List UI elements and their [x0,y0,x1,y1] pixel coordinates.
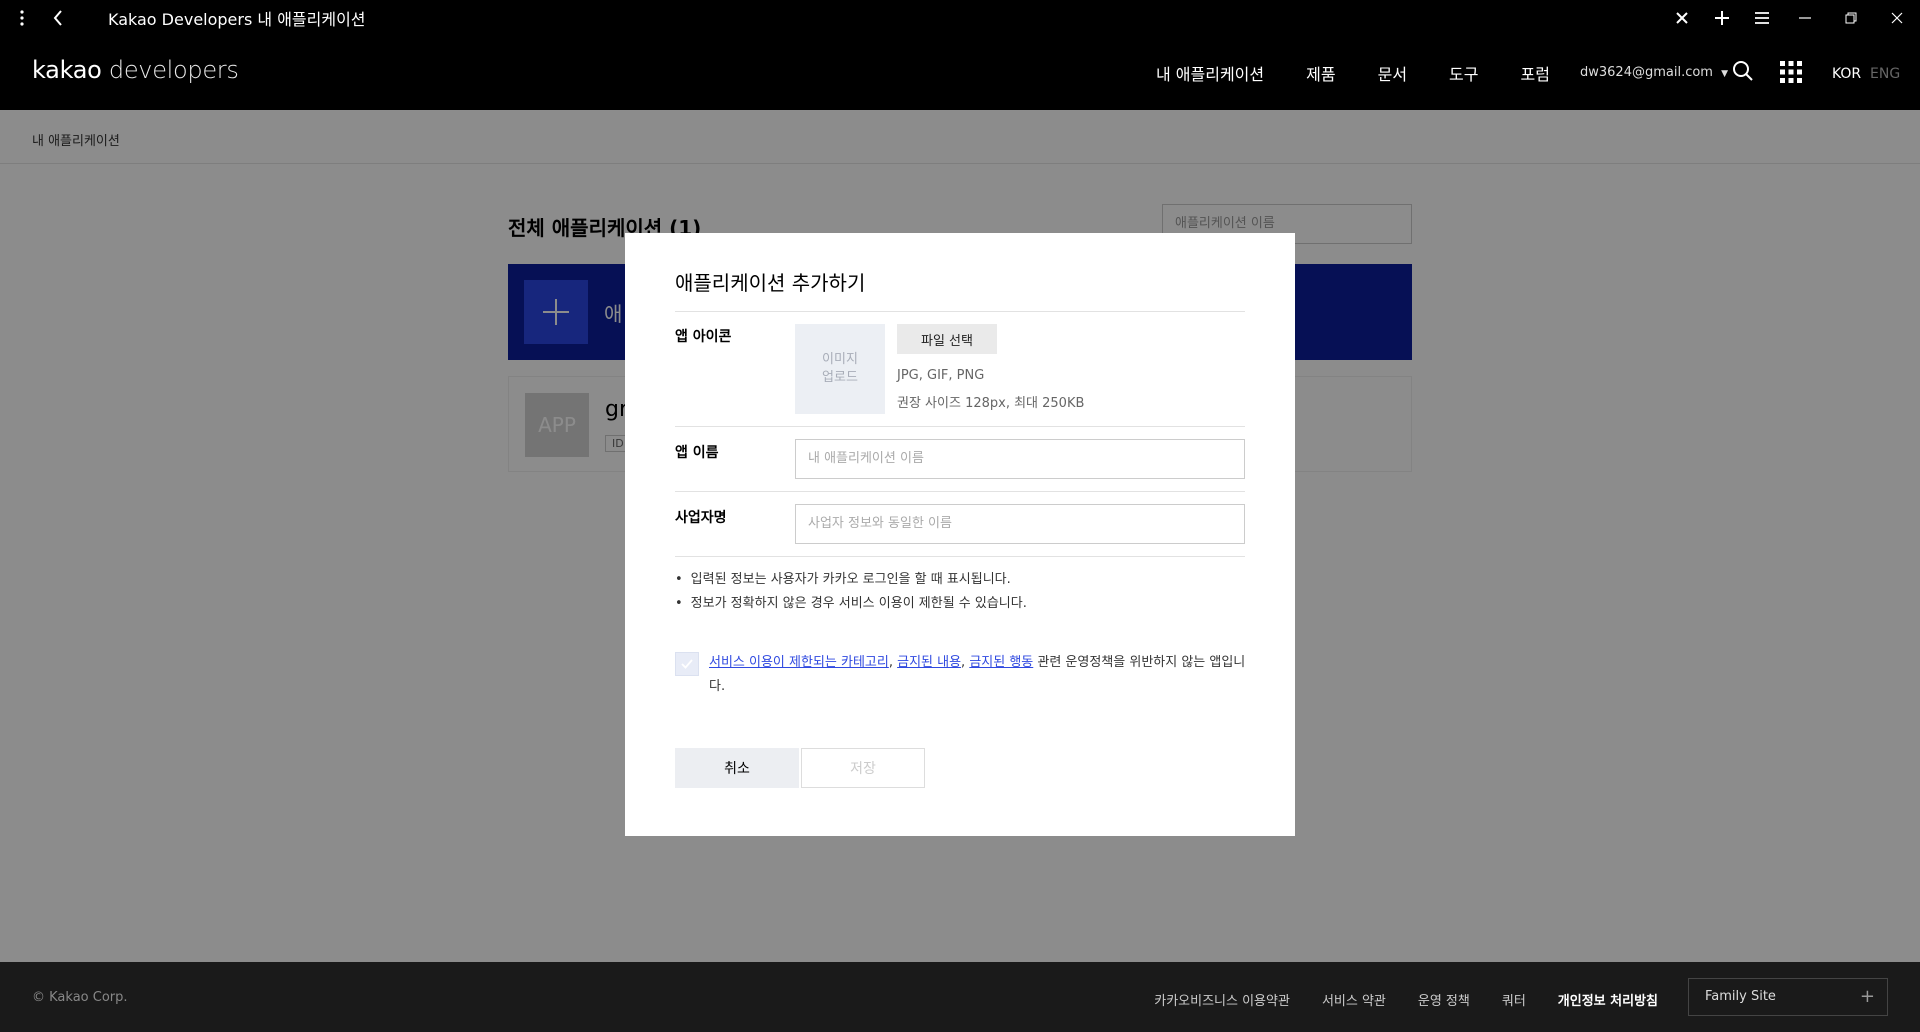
divider [675,311,1245,312]
site-footer: © Kakao Corp. 카카오비즈니스 이용약관 서비스 약관 운영 정책 … [0,962,1920,1032]
image-upload-text-line2: 업로드 [822,370,858,385]
footer-link-quota[interactable]: 쿼터 [1502,990,1526,1009]
close-tab-icon[interactable] [1662,0,1702,36]
company-name-input[interactable]: 사업자 정보와 동일한 이름 [795,504,1245,544]
user-account-menu[interactable]: dw3624@gmail.com ▼ [1580,65,1728,80]
footer-link-operation-policy[interactable]: 운영 정책 [1418,990,1470,1009]
icon-size-hint: 권장 사이즈 128px, 최대 250KB [897,396,1085,411]
add-application-dialog: 애플리케이션 추가하기 앱 아이콘 이미지 업로드 파일 선택 JPG, GIF… [625,233,1295,836]
nav-products[interactable]: 제품 [1306,61,1335,85]
nav-docs[interactable]: 문서 [1378,61,1407,85]
nav-tools[interactable]: 도구 [1449,61,1478,85]
cancel-button[interactable]: 취소 [675,748,799,788]
file-select-button[interactable]: 파일 선택 [897,324,997,354]
logo-text-light: developers [101,56,239,84]
hamburger-menu-icon[interactable] [1742,0,1782,36]
image-upload-text-line1: 이미지 [822,352,858,367]
back-arrow-icon[interactable] [44,0,72,36]
family-site-label: Family Site [1705,989,1776,1004]
logo-text-strong: kakao [32,56,102,84]
footer-link-service-terms[interactable]: 서비스 약관 [1322,990,1386,1009]
consent-separator: , [888,655,898,670]
checkmark-icon [681,659,693,669]
icon-format-hint: JPG, GIF, PNG [897,368,985,383]
kakao-developers-logo[interactable]: kakao developers [32,56,239,84]
browser-titlebar: Kakao Developers 내 애플리케이션 [0,0,1920,36]
lang-eng[interactable]: ENG [1870,66,1900,82]
user-email: dw3624@gmail.com [1580,65,1713,80]
company-name-label: 사업자명 [675,510,727,526]
app-name-input[interactable]: 내 애플리케이션 이름 [795,439,1245,479]
browser-menu-icon[interactable] [0,0,44,36]
note-item: 정보가 정확하지 않은 경우 서비스 이용이 제한될 수 있습니다. [675,592,1027,616]
footer-link-privacy[interactable]: 개인정보 처리방침 [1558,990,1658,1009]
footer-links: 카카오비즈니스 이용약관 서비스 약관 운영 정책 쿼터 개인정보 처리방침 [1122,990,1658,1009]
minimize-icon[interactable] [1782,0,1828,36]
policy-consent-text: 서비스 이용이 제한되는 카테고리, 금지된 내용, 금지된 행동 관련 운영정… [709,651,1249,699]
browser-title: Kakao Developers 내 애플리케이션 [108,10,366,29]
nav-my-applications[interactable]: 내 애플리케이션 [1156,61,1264,85]
app-name-label: 앱 이름 [675,445,719,461]
new-tab-plus-icon[interactable] [1702,0,1742,36]
link-restricted-categories[interactable]: 서비스 이용이 제한되는 카테고리 [709,655,889,670]
divider [675,491,1245,492]
link-prohibited-actions[interactable]: 금지된 행동 [969,655,1033,670]
lang-kor[interactable]: KOR [1832,66,1861,82]
image-upload-box[interactable]: 이미지 업로드 [795,324,885,414]
divider [675,556,1245,557]
search-icon[interactable] [1732,60,1754,86]
footer-link-business-terms[interactable]: 카카오비즈니스 이용약관 [1154,990,1290,1009]
info-notes: 입력된 정보는 사용자가 카카오 로그인을 할 때 표시됩니다. 정보가 정확하… [675,568,1027,616]
save-button[interactable]: 저장 [801,748,925,788]
main-nav: 내 애플리케이션 제품 문서 도구 포럼 [1156,36,1592,110]
family-site-select[interactable]: Family Site + [1688,978,1888,1016]
link-prohibited-content[interactable]: 금지된 내용 [897,655,961,670]
copyright: © Kakao Corp. [32,990,128,1005]
nav-forum[interactable]: 포럼 [1521,61,1550,85]
restore-icon[interactable] [1828,0,1874,36]
site-header: kakao developers 내 애플리케이션 제품 문서 도구 포럼 dw… [0,36,1920,110]
divider [675,426,1245,427]
note-item: 입력된 정보는 사용자가 카카오 로그인을 할 때 표시됩니다. [675,568,1027,592]
close-window-icon[interactable] [1874,0,1920,36]
apps-grid-icon[interactable] [1780,61,1802,87]
plus-icon: + [1859,986,1875,1007]
policy-agree-checkbox[interactable] [675,652,699,676]
dialog-title: 애플리케이션 추가하기 [675,271,866,295]
app-icon-label: 앱 아이콘 [675,329,732,345]
caret-down-icon: ▼ [1721,69,1729,79]
